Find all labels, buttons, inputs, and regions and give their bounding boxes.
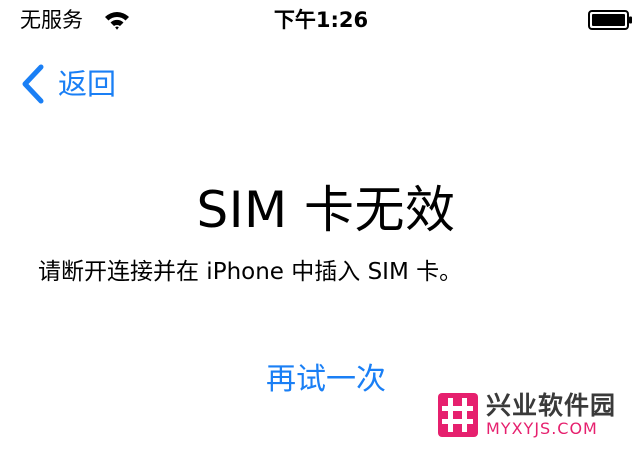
hash-logo-icon <box>438 393 478 437</box>
battery-full-icon <box>588 10 632 30</box>
watermark-name: 兴业软件园 <box>486 391 617 420</box>
chevron-left-icon <box>22 64 44 104</box>
back-label: 返回 <box>58 67 117 101</box>
page-title: SIM 卡无效 <box>196 180 456 239</box>
clock: 下午1:26 <box>273 8 369 32</box>
watermark-url: MYXYJS.COM <box>486 419 598 438</box>
status-bar: 无服务 下午1:26 <box>0 0 642 40</box>
back-button[interactable]: 返回 <box>20 62 116 106</box>
watermark: 兴业软件园 MYXYJS.COM <box>436 391 636 443</box>
instruction-text: 请断开连接并在 iPhone 中插入 SIM 卡。 <box>38 259 463 285</box>
